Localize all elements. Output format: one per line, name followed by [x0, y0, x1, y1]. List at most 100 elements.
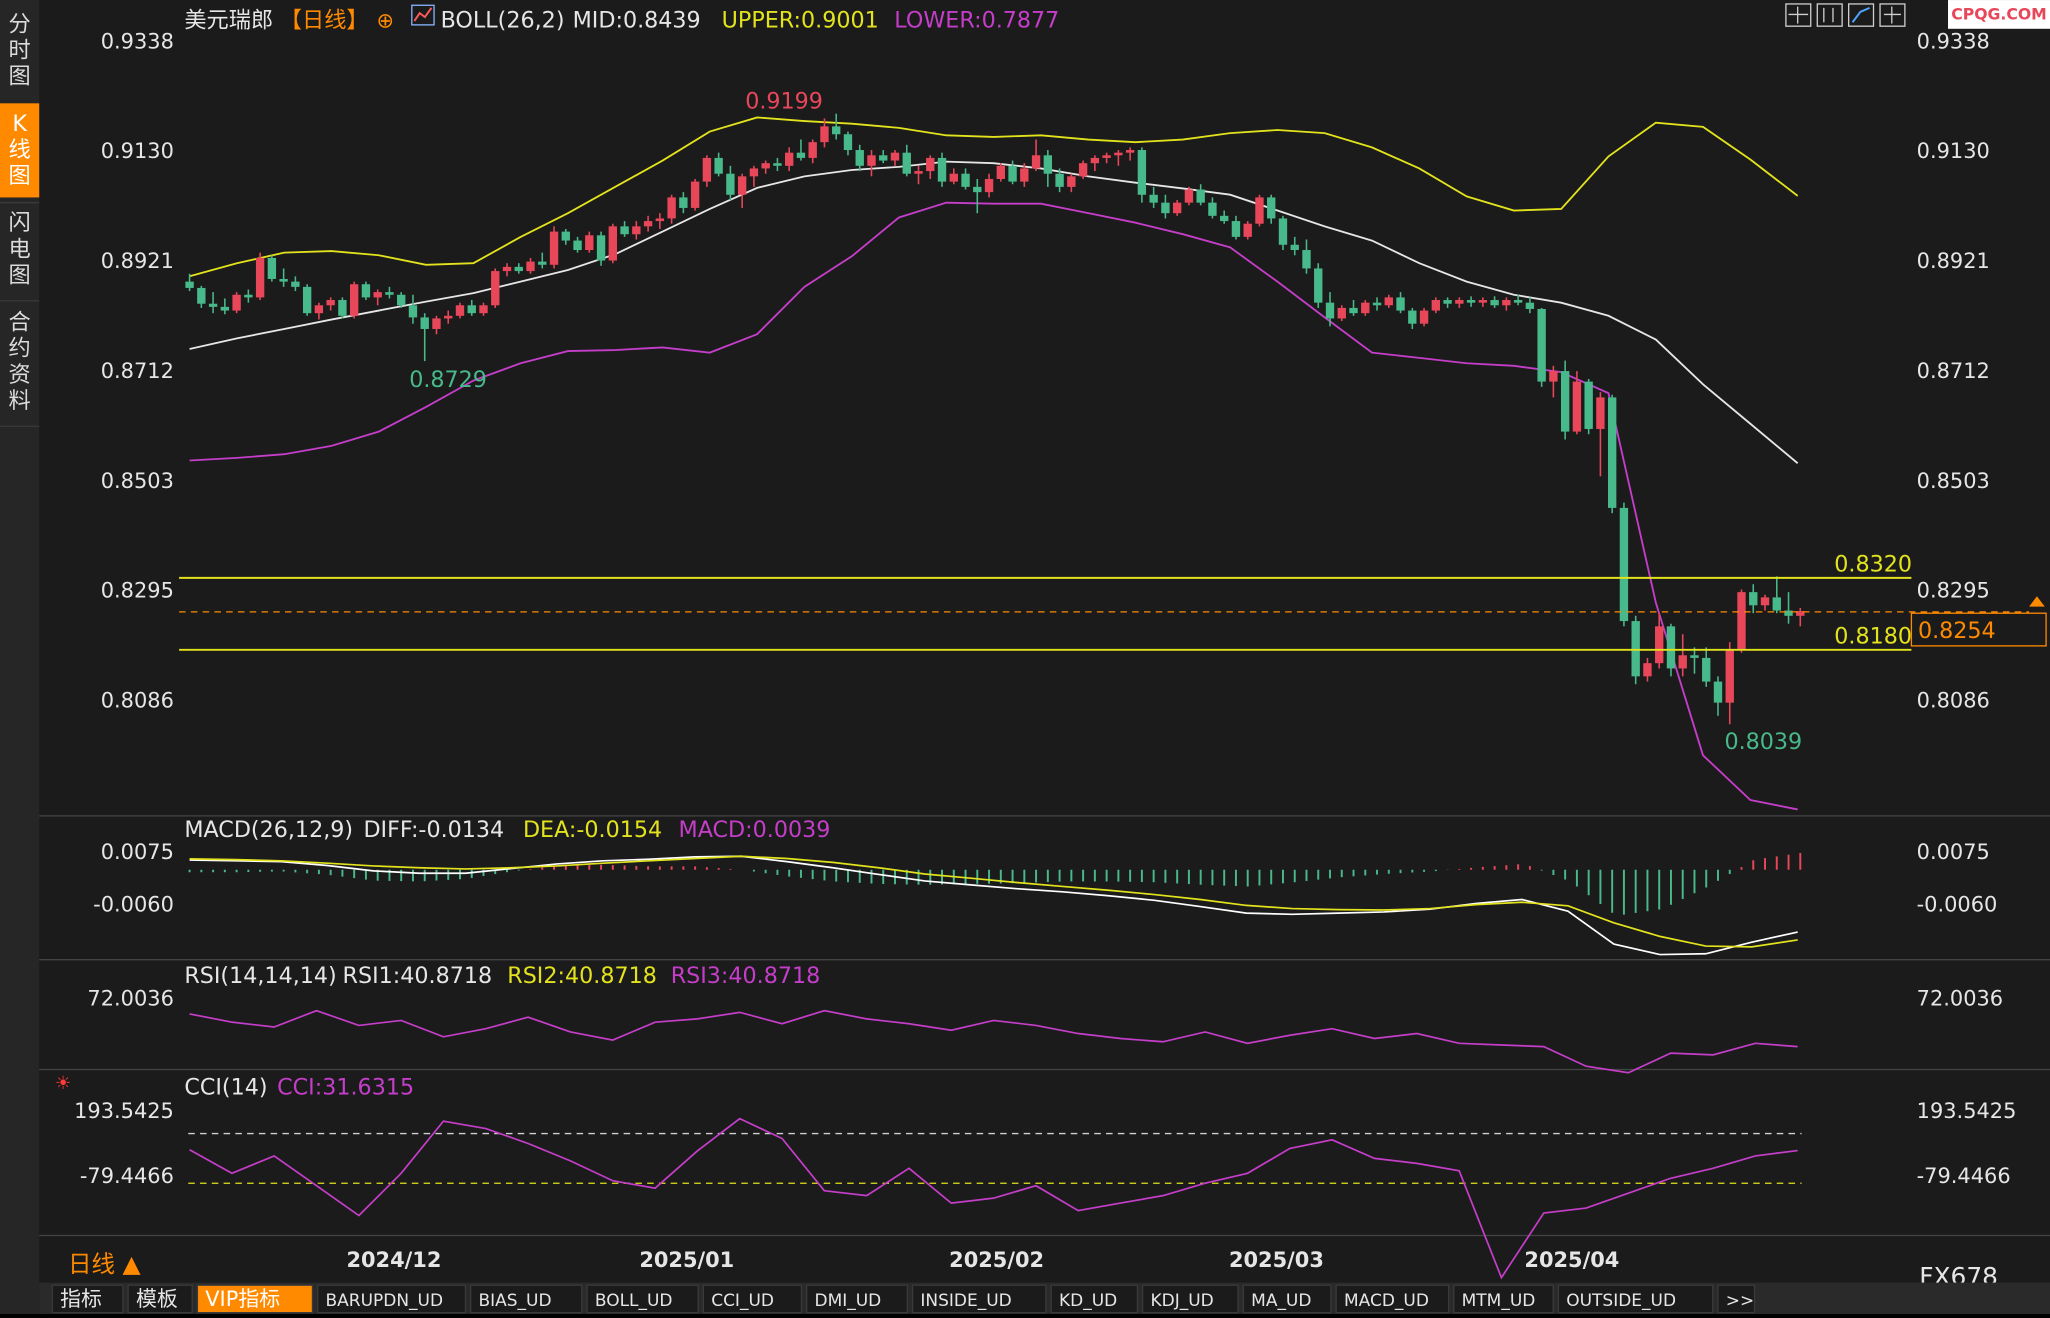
crosshair-icon[interactable]: ⊕ — [377, 8, 395, 32]
candle-body — [1314, 268, 1323, 303]
bottom-tab-label[interactable]: BARUPDN_UD — [326, 1291, 444, 1311]
tab-fenshi-c2[interactable]: 时 — [9, 38, 31, 64]
bottom-tab-label[interactable]: OUTSIDE_UD — [1566, 1291, 1676, 1311]
price-axis-label: 0.8295 — [101, 578, 174, 602]
candle-body — [232, 294, 241, 311]
tab-heyue-c4[interactable]: 料 — [9, 388, 31, 414]
candle-body — [1043, 155, 1053, 174]
rsi-axis: 72.0036 — [87, 986, 173, 1010]
candle-body — [208, 303, 218, 307]
candle-body — [302, 286, 312, 314]
candle-body — [444, 315, 453, 319]
bottom-tab-label[interactable]: DMI_UD — [815, 1291, 882, 1311]
macd-axis-top-r: 0.0075 — [1917, 840, 1990, 864]
symbol-title: 美元瑞郎 — [184, 7, 273, 33]
candle-body — [702, 157, 712, 182]
price-axis-label: 0.8712 — [101, 359, 174, 383]
candle-body — [690, 181, 700, 208]
candle-body — [502, 266, 512, 272]
rsi3-value: RSI3:40.8718 — [671, 963, 821, 989]
rsi-header: RSI(14,14,14) — [184, 963, 336, 989]
candle-body — [526, 261, 535, 272]
candle-body — [1443, 300, 1452, 304]
cci-header: CCI(14) — [184, 1074, 267, 1100]
tab-kline-c2[interactable]: 线 — [9, 137, 31, 163]
tab-shandian-c2[interactable]: 电 — [9, 236, 31, 262]
candle-body — [679, 197, 688, 208]
candle-body — [832, 126, 841, 135]
candle-body — [1102, 155, 1111, 158]
candle-body — [585, 235, 594, 251]
price-axis-label-right: 0.8503 — [1917, 469, 1990, 493]
candle-body — [197, 287, 206, 304]
tab-heyue-c2[interactable]: 约 — [9, 336, 31, 362]
candle-body — [1560, 371, 1570, 432]
candle-body — [1372, 302, 1382, 306]
candle-body — [608, 226, 618, 261]
tab-kline-c3[interactable]: 图 — [9, 163, 31, 189]
bottom-tab-label[interactable]: 指标 — [60, 1287, 102, 1311]
candle-body — [820, 126, 829, 143]
bottom-tab-label[interactable]: >> — [1726, 1291, 1754, 1311]
candle-body — [291, 281, 300, 287]
candle-body — [1431, 300, 1441, 311]
bottom-tab-label[interactable]: MTM_UD — [1462, 1291, 1536, 1311]
cci-axis-bottom-r: -79.4466 — [1917, 1164, 2011, 1188]
price-line-upper-label: 0.8320 — [1834, 551, 1912, 577]
tab-fenshi-c1[interactable]: 分 — [9, 11, 31, 37]
bottom-tab-label[interactable]: MACD_UD — [1344, 1291, 1429, 1311]
candle-body — [1760, 597, 1770, 606]
candle-body — [455, 305, 465, 316]
candle-body — [385, 292, 394, 295]
bottom-tab-label[interactable]: KDJ_UD — [1151, 1291, 1214, 1311]
candle-body — [1267, 197, 1276, 219]
bottom-tab-label[interactable]: VIP指标 — [205, 1287, 280, 1311]
macd-axis-bottom-r: -0.0060 — [1917, 892, 1998, 916]
cci-axis-bottom: -79.4466 — [80, 1164, 174, 1188]
candle-body — [1361, 302, 1370, 314]
candle-body — [996, 165, 1005, 179]
candle-body — [1408, 310, 1417, 324]
price-axis-label-right: 0.8712 — [1917, 359, 1990, 383]
candle-body — [1396, 297, 1405, 311]
candle-body — [843, 134, 853, 151]
price-axis-label: 0.8921 — [101, 249, 174, 273]
candle-body — [1008, 165, 1017, 182]
candle-body — [1455, 300, 1464, 304]
bottom-tab-label[interactable]: CCI_UD — [711, 1291, 774, 1311]
bottom-tab-label[interactable]: BIAS_UD — [479, 1291, 552, 1311]
tab-shandian-c1[interactable]: 闪 — [9, 210, 31, 236]
tab-heyue-c1[interactable]: 合 — [9, 309, 31, 335]
bottom-tab-label[interactable]: INSIDE_UD — [920, 1291, 1011, 1311]
bottom-tab-label[interactable]: KD_UD — [1059, 1291, 1117, 1311]
bottom-tab-label[interactable]: BOLL_UD — [595, 1291, 673, 1311]
candle-body — [890, 152, 900, 161]
watermark-text: CPQG.COM — [1951, 5, 2047, 24]
bottom-tab-label[interactable]: MA_UD — [1251, 1291, 1311, 1311]
candle-body — [761, 163, 770, 169]
candle-body — [314, 305, 324, 314]
draw-tool-icon[interactable] — [1848, 3, 1875, 27]
period-tag: 【日线】 — [280, 7, 369, 33]
candle-body — [655, 218, 665, 222]
tab-heyue-c3[interactable]: 资 — [9, 362, 31, 388]
candle-body — [879, 155, 888, 161]
macd-header: MACD(26,12,9) — [184, 817, 353, 843]
candle-body — [1572, 381, 1582, 432]
low-early-label: 0.8729 — [409, 367, 487, 393]
tab-kline-c1[interactable]: K — [12, 111, 28, 137]
candle-body — [1702, 657, 1711, 682]
tab-fenshi-c3[interactable]: 图 — [9, 64, 31, 90]
compare-icon[interactable] — [1816, 3, 1843, 27]
candle-body — [1619, 507, 1629, 622]
candle-body — [984, 178, 994, 193]
rsi2-value: RSI2:40.8718 — [507, 963, 657, 989]
tab-shandian-c3[interactable]: 图 — [9, 262, 31, 288]
bottom-tab-label[interactable]: 模板 — [136, 1287, 178, 1311]
period-label[interactable]: 日线 ▲ — [68, 1250, 142, 1278]
candle-body — [1349, 307, 1358, 314]
candle-body — [349, 284, 359, 316]
alert-icon: ☀ — [55, 1073, 71, 1094]
boll-lower: LOWER:0.7877 — [894, 7, 1059, 33]
candle-body — [1502, 300, 1511, 306]
